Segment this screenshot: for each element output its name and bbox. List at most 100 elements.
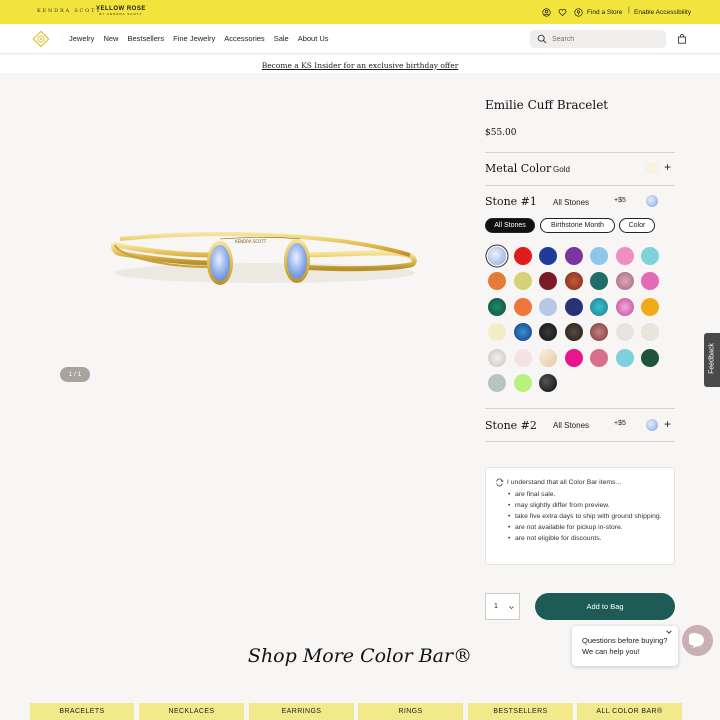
stone-swatch[interactable] bbox=[564, 272, 583, 290]
category-earrings[interactable]: EARRINGS bbox=[249, 703, 354, 720]
stone-swatch[interactable] bbox=[488, 272, 506, 290]
stone-swatch[interactable] bbox=[564, 349, 583, 367]
category-necklaces[interactable]: NECKLACES bbox=[139, 703, 244, 720]
enable-accessibility-label: Enable Accessibility bbox=[634, 8, 692, 16]
nav-item-about-us[interactable]: About Us bbox=[298, 34, 329, 43]
stone-swatch[interactable] bbox=[488, 298, 506, 316]
shop-more-heading: Shop More Color Bar® bbox=[247, 645, 473, 667]
stone-swatch[interactable] bbox=[488, 374, 506, 392]
stone-1-label[interactable]: Stone #1 bbox=[485, 195, 537, 208]
category-all-color-bar[interactable]: ALL COLOR BAR® bbox=[577, 703, 682, 720]
stone-swatch[interactable] bbox=[539, 349, 557, 367]
account-icon[interactable] bbox=[542, 6, 551, 18]
search-input[interactable] bbox=[552, 33, 662, 45]
stone-swatch[interactable] bbox=[564, 323, 583, 341]
stone-swatch[interactable] bbox=[641, 298, 659, 316]
search-icon bbox=[537, 34, 547, 44]
kendra-scott-brand-link[interactable]: KENDRA SCOTT bbox=[37, 8, 101, 14]
stone-2-label[interactable]: Stone #2 bbox=[485, 419, 537, 432]
find-store-label: Find a Store bbox=[587, 8, 623, 16]
stone-swatch[interactable] bbox=[539, 374, 557, 392]
category-rings[interactable]: RINGS bbox=[358, 703, 463, 720]
stone-2-preview-swatch bbox=[646, 419, 658, 431]
stone-swatch[interactable] bbox=[564, 247, 583, 265]
quantity-select[interactable]: 1 bbox=[485, 593, 520, 620]
filter-birthstone-month[interactable]: Birthstone Month bbox=[540, 218, 615, 233]
stone-swatch[interactable] bbox=[513, 349, 532, 367]
stone-swatch[interactable] bbox=[539, 323, 557, 341]
promo-link[interactable]: Become a KS Insider for an exclusive bir… bbox=[262, 61, 459, 70]
gold-swatch bbox=[646, 162, 658, 174]
stone-swatch[interactable] bbox=[590, 247, 608, 265]
enable-accessibility-link[interactable]: Enable Accessibility bbox=[634, 6, 691, 18]
stone-swatch[interactable] bbox=[513, 323, 532, 341]
stone-2-expand-button[interactable]: + bbox=[664, 417, 671, 431]
stone-swatch[interactable] bbox=[513, 247, 532, 265]
stone-swatch[interactable] bbox=[590, 349, 608, 367]
filter-color[interactable]: Color bbox=[619, 218, 655, 233]
stone-swatch[interactable] bbox=[590, 323, 608, 341]
stone-2-upcharge: +$5 bbox=[614, 420, 626, 427]
stone-swatch[interactable] bbox=[615, 323, 634, 341]
nav-item-sale[interactable]: Sale bbox=[274, 34, 289, 43]
yellow-rose-subline: BY KENDRA SCOTT bbox=[99, 12, 143, 16]
kendra-scott-logo-icon[interactable] bbox=[32, 30, 50, 48]
stone-swatch[interactable] bbox=[539, 247, 557, 265]
stone-swatch[interactable] bbox=[539, 298, 557, 316]
stone-swatch[interactable] bbox=[539, 272, 557, 290]
divider bbox=[485, 185, 675, 186]
stone-2-value: All Stones bbox=[553, 421, 590, 430]
notice-list: are final sale. may slightly differ from… bbox=[495, 489, 665, 544]
notice-heading-text: I understand that all Color Bar items... bbox=[507, 479, 622, 486]
stone-swatch[interactable] bbox=[590, 272, 608, 290]
stone-swatch[interactable] bbox=[641, 272, 659, 290]
location-pin-icon bbox=[574, 7, 583, 17]
stone-swatch[interactable] bbox=[513, 374, 532, 392]
nav-item-new[interactable]: New bbox=[103, 34, 118, 43]
stone-swatch[interactable] bbox=[615, 247, 634, 265]
stone-swatch[interactable] bbox=[615, 349, 634, 367]
stone-swatch[interactable] bbox=[590, 298, 608, 316]
stone-swatch[interactable] bbox=[641, 247, 659, 265]
divider bbox=[485, 408, 675, 409]
stone-swatch[interactable] bbox=[641, 323, 659, 341]
divider bbox=[485, 152, 675, 153]
stone-swatch[interactable] bbox=[488, 323, 506, 341]
stone-swatch[interactable] bbox=[641, 349, 659, 367]
find-store-link[interactable]: Find a Store bbox=[574, 6, 622, 18]
notice-item: are not eligible for discounts. bbox=[508, 533, 665, 544]
category-bracelets[interactable]: BRACELETS bbox=[30, 703, 134, 720]
chevron-down-icon[interactable] bbox=[665, 628, 673, 636]
refresh-icon bbox=[496, 478, 504, 487]
utility-bar: KENDRA SCOTT YELLOW ROSE BY KENDRA SCOTT… bbox=[0, 0, 720, 24]
nav-item-jewelry[interactable]: Jewelry bbox=[69, 34, 94, 43]
stone-1-upcharge: +$5 bbox=[614, 197, 626, 204]
nav-item-bestsellers[interactable]: Bestsellers bbox=[127, 34, 164, 43]
metal-color-label[interactable]: Metal Color bbox=[485, 162, 551, 175]
heart-icon[interactable] bbox=[558, 6, 567, 18]
stone-swatch[interactable] bbox=[615, 272, 634, 290]
category-bestsellers[interactable]: BESTSELLERS bbox=[468, 703, 573, 720]
filter-all-stones[interactable]: All Stones bbox=[485, 218, 535, 233]
svg-text:KENDRA SCOTT: KENDRA SCOTT bbox=[235, 239, 267, 244]
search-box[interactable] bbox=[530, 30, 666, 48]
yellow-rose-brand-link[interactable]: YELLOW ROSE BY KENDRA SCOTT bbox=[96, 6, 146, 16]
add-to-bag-button[interactable]: Add to Bag bbox=[535, 593, 675, 620]
feedback-tab[interactable]: Feedback bbox=[704, 333, 720, 387]
shopping-bag-icon[interactable] bbox=[677, 34, 687, 44]
stone-swatch[interactable] bbox=[488, 349, 506, 367]
utility-separator: | bbox=[628, 7, 630, 14]
nav-item-fine-jewelry[interactable]: Fine Jewelry bbox=[173, 34, 215, 43]
color-bar-notice: I understand that all Color Bar items...… bbox=[485, 467, 675, 565]
nav-item-accessories[interactable]: Accessories bbox=[224, 34, 264, 43]
stone-swatch[interactable] bbox=[488, 247, 506, 265]
stone-swatch[interactable] bbox=[513, 272, 532, 290]
product-price: $55.00 bbox=[485, 128, 517, 138]
stone-swatch[interactable] bbox=[564, 298, 583, 316]
product-image[interactable]: KENDRA SCOTT bbox=[100, 215, 430, 295]
notice-item: may slightly differ from preview. bbox=[508, 500, 665, 511]
notice-heading: I understand that all Color Bar items... bbox=[495, 478, 665, 487]
stone-swatch[interactable] bbox=[615, 298, 634, 316]
stone-swatch[interactable] bbox=[513, 298, 532, 316]
metal-color-expand-button[interactable]: + bbox=[664, 160, 671, 174]
